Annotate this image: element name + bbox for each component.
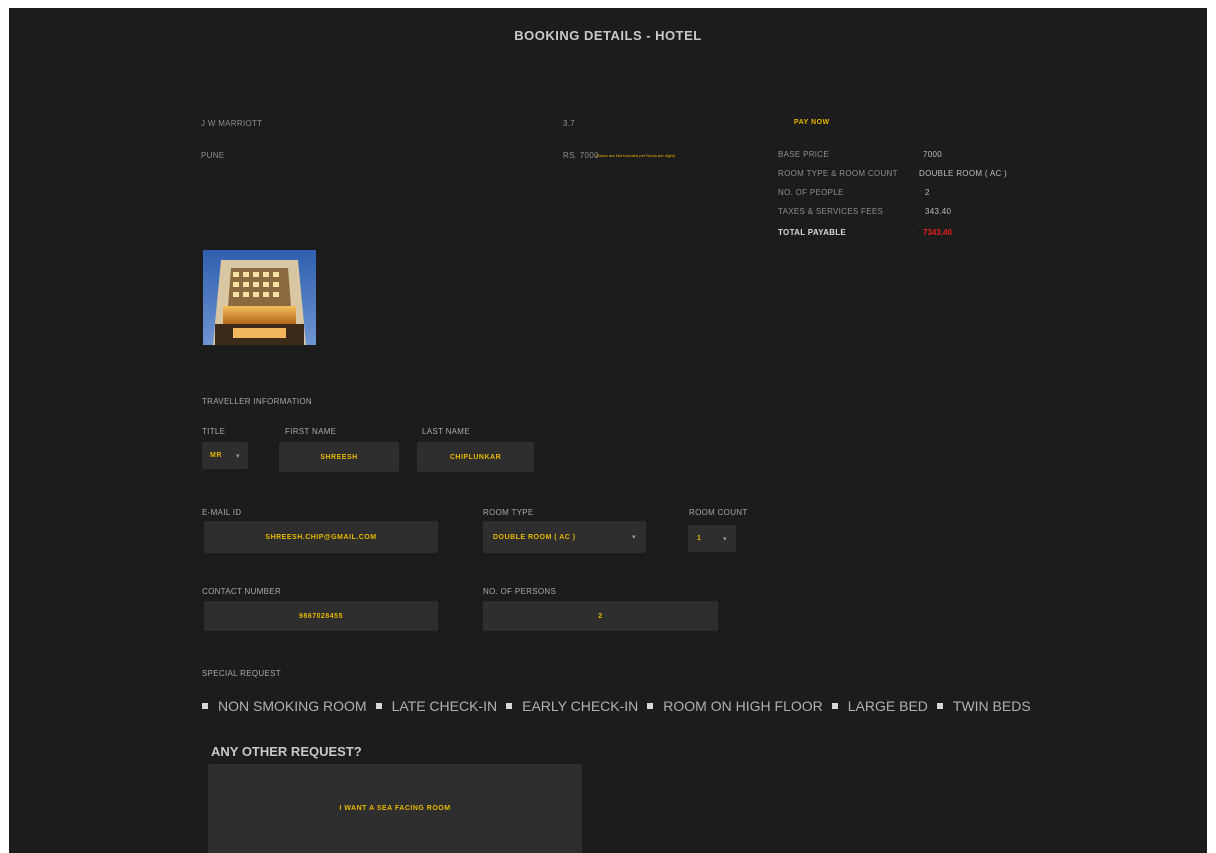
first-name-label: FIRST NAME bbox=[285, 427, 337, 436]
room-type-count-label: ROOM TYPE & ROOM COUNT bbox=[778, 169, 898, 178]
title-select-value: MR bbox=[210, 452, 222, 459]
contact-input[interactable]: 9867028455 bbox=[204, 601, 438, 631]
first-name-value: SHREESH bbox=[320, 453, 358, 461]
room-type-label: ROOM TYPE bbox=[483, 508, 534, 517]
room-count-select-value: 1 bbox=[697, 535, 702, 542]
last-name-value: CHIPLUNKAR bbox=[449, 453, 502, 461]
hotel-city: PUNE bbox=[201, 151, 225, 160]
room-type-select-value: DOUBLE ROOM ( AC ) bbox=[493, 533, 576, 541]
traveller-heading: TRAVELLER INFORMATION bbox=[202, 397, 313, 406]
request-late-checkin[interactable]: LATE CHECK-IN bbox=[375, 698, 498, 714]
other-request-heading: ANY OTHER REQUEST? bbox=[211, 744, 362, 759]
persons-input[interactable]: 2 bbox=[483, 601, 718, 631]
taxes-label: TAXES & SERVICES FEES bbox=[778, 207, 884, 216]
contact-value: 9867028455 bbox=[299, 612, 343, 620]
checkbox-icon[interactable] bbox=[647, 703, 654, 709]
title-label: TITLE bbox=[202, 427, 226, 436]
room-count-label: ROOM COUNT bbox=[689, 508, 748, 517]
checkbox-icon[interactable] bbox=[936, 703, 943, 709]
title-select[interactable]: MR ▾ bbox=[202, 442, 248, 469]
total-payable-label: TOTAL PAYABLE bbox=[778, 228, 847, 237]
request-early-checkin[interactable]: EARLY CHECK-IN bbox=[506, 698, 638, 714]
first-name-input[interactable]: SHREESH bbox=[279, 442, 399, 472]
checkbox-icon[interactable] bbox=[831, 703, 838, 709]
chevron-down-icon: ▾ bbox=[235, 452, 240, 460]
contact-label: CONTACT NUMBER bbox=[202, 587, 282, 596]
persons-label: NO. OF PERSONS bbox=[483, 587, 557, 596]
email-input[interactable]: SHREESH.CHIP@GMAIL.COM bbox=[204, 521, 438, 553]
other-request-textarea[interactable]: I WANT A SEA FACING ROOM bbox=[208, 764, 582, 853]
hotel-name: J W MARRIOTT bbox=[201, 119, 263, 128]
room-type-count-value: DOUBLE ROOM ( AC ) bbox=[919, 169, 1008, 178]
room-type-select[interactable]: DOUBLE ROOM ( AC ) ▾ bbox=[483, 521, 646, 553]
request-label: ROOM ON HIGH FLOOR bbox=[663, 698, 823, 714]
request-label: TWIN BEDS bbox=[952, 698, 1031, 714]
special-request-heading: SPECIAL REQUEST bbox=[202, 669, 281, 678]
total-payable-separator: : bbox=[912, 228, 915, 237]
page-title: BOOKING DETAILS - HOTEL bbox=[514, 28, 702, 43]
request-twin-beds[interactable]: TWIN BEDS bbox=[936, 698, 1031, 714]
chevron-down-icon: ▾ bbox=[631, 534, 636, 541]
checkbox-icon[interactable] bbox=[506, 703, 513, 709]
price-note: (Taxes are Not Included per Room per nig… bbox=[596, 153, 675, 158]
taxes-value: 343.40 bbox=[925, 207, 952, 216]
booking-page: BOOKING DETAILS - HOTEL J W MARRIOTT PUN… bbox=[9, 8, 1207, 853]
hotel-price: RS. 7000 bbox=[563, 151, 599, 160]
people-value: 2 bbox=[925, 188, 930, 197]
request-label: LATE CHECK-IN bbox=[391, 698, 498, 714]
email-label: E-MAIL ID bbox=[202, 508, 242, 517]
last-name-label: LAST NAME bbox=[422, 427, 470, 436]
checkbox-icon[interactable] bbox=[375, 703, 382, 709]
request-non-smoking[interactable]: NON SMOKING ROOM bbox=[202, 698, 367, 714]
base-price-label: BASE PRICE bbox=[778, 150, 830, 159]
total-payable-value: 7343.40 bbox=[923, 228, 952, 237]
room-count-select[interactable]: 1 ▾ bbox=[688, 525, 736, 552]
request-label: EARLY CHECK-IN bbox=[522, 698, 639, 714]
people-label: NO. OF PEOPLE bbox=[778, 188, 844, 197]
request-label: LARGE BED bbox=[847, 698, 928, 714]
hotel-image bbox=[203, 250, 316, 345]
chevron-down-icon: ▾ bbox=[722, 535, 727, 543]
hotel-rating: 3.7 bbox=[563, 119, 576, 128]
persons-value: 2 bbox=[598, 612, 603, 620]
pay-now-button[interactable]: PAY NOW bbox=[794, 119, 830, 126]
other-request-value: I WANT A SEA FACING ROOM bbox=[339, 805, 451, 812]
request-label: NON SMOKING ROOM bbox=[218, 698, 367, 714]
base-price-value: 7000 bbox=[923, 150, 942, 159]
checkbox-icon[interactable] bbox=[202, 703, 208, 709]
special-request-options: NON SMOKING ROOM LATE CHECK-IN EARLY CHE… bbox=[202, 698, 1040, 714]
email-value: SHREESH.CHIP@GMAIL.COM bbox=[265, 533, 377, 541]
last-name-input[interactable]: CHIPLUNKAR bbox=[417, 442, 534, 472]
request-large-bed[interactable]: LARGE BED bbox=[831, 698, 928, 714]
request-high-floor[interactable]: ROOM ON HIGH FLOOR bbox=[647, 698, 823, 714]
